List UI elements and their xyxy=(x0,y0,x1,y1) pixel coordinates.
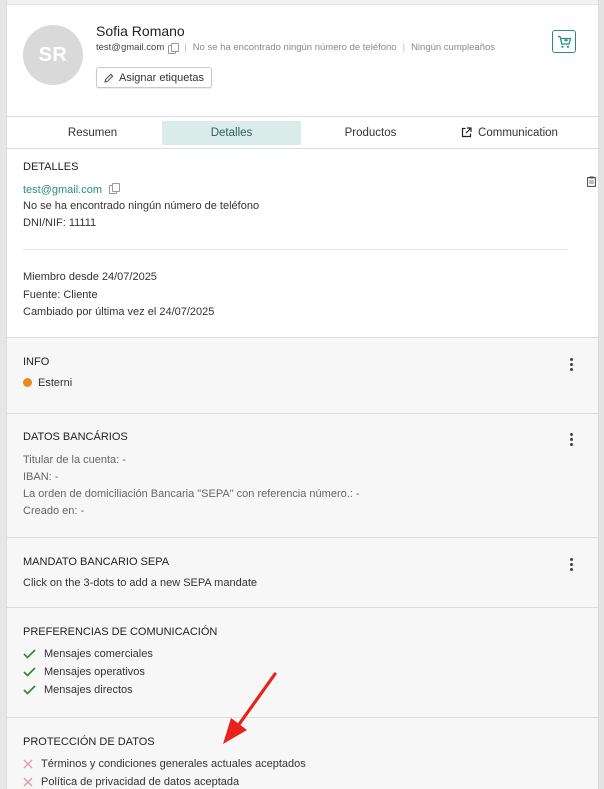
iban: IBAN: - xyxy=(23,471,59,483)
scrollbar-track[interactable] xyxy=(599,0,604,789)
section-title: INFO xyxy=(23,356,50,368)
section-title: DETALLES xyxy=(23,161,79,173)
tab-label: Resumen xyxy=(67,126,118,139)
check-icon xyxy=(23,649,36,659)
contact-name: Sofia Romano xyxy=(96,23,185,39)
section-title: DATOS BANCÁRIOS xyxy=(23,431,128,443)
protection-label: Política de privacidad de datos aceptada xyxy=(41,776,240,788)
contact-email[interactable]: test@gmail.com xyxy=(96,42,164,53)
info-item-label: Esterni xyxy=(38,377,73,389)
shopping-cart-button[interactable] xyxy=(552,30,576,53)
details-dni: DNI/NIF: 11111 xyxy=(23,217,97,229)
preference-label: Mensajes comerciales xyxy=(44,648,153,660)
status-dot-icon xyxy=(23,378,32,387)
birthday-status: Ningún cumpleaños xyxy=(411,42,496,53)
details-section: DETALLES test@gmail.com No se ha encontr… xyxy=(7,149,598,338)
last-changed: Cambiado por última vez el 24/07/2025 xyxy=(23,306,215,318)
check-icon xyxy=(23,667,36,677)
info-item: Esterni xyxy=(23,377,72,389)
phone-status: No se ha encontrado ningún número de tel… xyxy=(192,42,397,53)
details-email-link[interactable]: test@gmail.com xyxy=(23,184,102,196)
annotation-arrow-icon xyxy=(223,672,277,744)
protection-label: Términos y condiciones generales actuale… xyxy=(41,758,306,770)
more-options-icon[interactable] xyxy=(569,433,573,446)
contact-detail-panel: SR Sofia Romano test@gmail.com | No se h… xyxy=(6,0,599,789)
section-title: PROTECCIÓN DE DATOS xyxy=(23,736,155,748)
meta-separator: | xyxy=(402,42,406,53)
cross-icon xyxy=(23,777,33,787)
copy-icon[interactable] xyxy=(109,183,121,194)
assign-tags-button[interactable]: Asignar etiquetas xyxy=(96,67,212,88)
created-at: Creado en: - xyxy=(23,505,85,517)
section-title: PREFERENCIAS DE COMUNICACIÓN xyxy=(23,626,218,638)
cross-icon xyxy=(23,759,33,769)
contact-meta: test@gmail.com | No se ha encontrado nin… xyxy=(96,42,496,54)
preference-item: Mensajes operativos xyxy=(23,666,145,678)
tab-bar: Resumen Detalles Productos Communication xyxy=(7,116,598,149)
sepa-hint: Click on the 3-dots to add a new SEPA ma… xyxy=(23,577,257,589)
protection-item: Política de privacidad de datos aceptada xyxy=(23,776,239,788)
preference-label: Mensajes operativos xyxy=(44,666,145,678)
section-title: MANDATO BANCARIO SEPA xyxy=(23,556,170,568)
tab-label: Communication xyxy=(478,126,558,139)
more-options-icon[interactable] xyxy=(569,558,573,571)
details-email-row: test@gmail.com xyxy=(23,183,121,196)
preference-item: Mensajes comerciales xyxy=(23,648,153,660)
pencil-icon xyxy=(104,73,114,83)
info-section: INFO Esterni xyxy=(7,338,598,414)
preference-label: Mensajes directos xyxy=(44,684,133,696)
tab-resumen[interactable]: Resumen xyxy=(23,121,162,145)
tab-label: Detalles xyxy=(210,126,253,139)
assign-tags-label: Asignar etiquetas xyxy=(119,71,204,84)
copy-icon[interactable] xyxy=(168,42,180,54)
tab-productos[interactable]: Productos xyxy=(301,121,440,145)
divider xyxy=(23,249,568,250)
communication-preferences-section: PREFERENCIAS DE COMUNICACIÓN Mensajes co… xyxy=(7,608,598,718)
tab-communication[interactable]: Communication xyxy=(440,121,579,145)
sepa-order: La orden de domiciliación Bancaria "SEPA… xyxy=(23,488,360,500)
shopping-cart-icon xyxy=(557,35,571,48)
avatar: SR xyxy=(23,25,83,85)
bank-data-section: DATOS BANCÁRIOS Titular de la cuenta: - … xyxy=(7,414,598,538)
check-icon xyxy=(23,685,36,695)
details-phone: No se ha encontrado ningún número de tel… xyxy=(23,200,260,212)
member-since: Miembro desde 24/07/2025 xyxy=(23,271,157,283)
more-options-icon[interactable] xyxy=(569,358,573,371)
preference-item: Mensajes directos xyxy=(23,684,133,696)
data-protection-section: PROTECCIÓN DE DATOS Términos y condicion… xyxy=(7,718,598,789)
meta-separator: | xyxy=(184,42,187,53)
protection-item: Términos y condiciones generales actuale… xyxy=(23,758,306,770)
sepa-mandate-section: MANDATO BANCARIO SEPA Click on the 3-dot… xyxy=(7,538,598,608)
account-holder: Titular de la cuenta: - xyxy=(23,454,126,466)
tab-detalles[interactable]: Detalles xyxy=(162,120,301,145)
tab-label: Productos xyxy=(344,126,397,139)
external-link-icon xyxy=(461,127,472,138)
contact-header: SR Sofia Romano test@gmail.com | No se h… xyxy=(7,5,598,117)
source: Fuente: Cliente xyxy=(23,289,98,301)
